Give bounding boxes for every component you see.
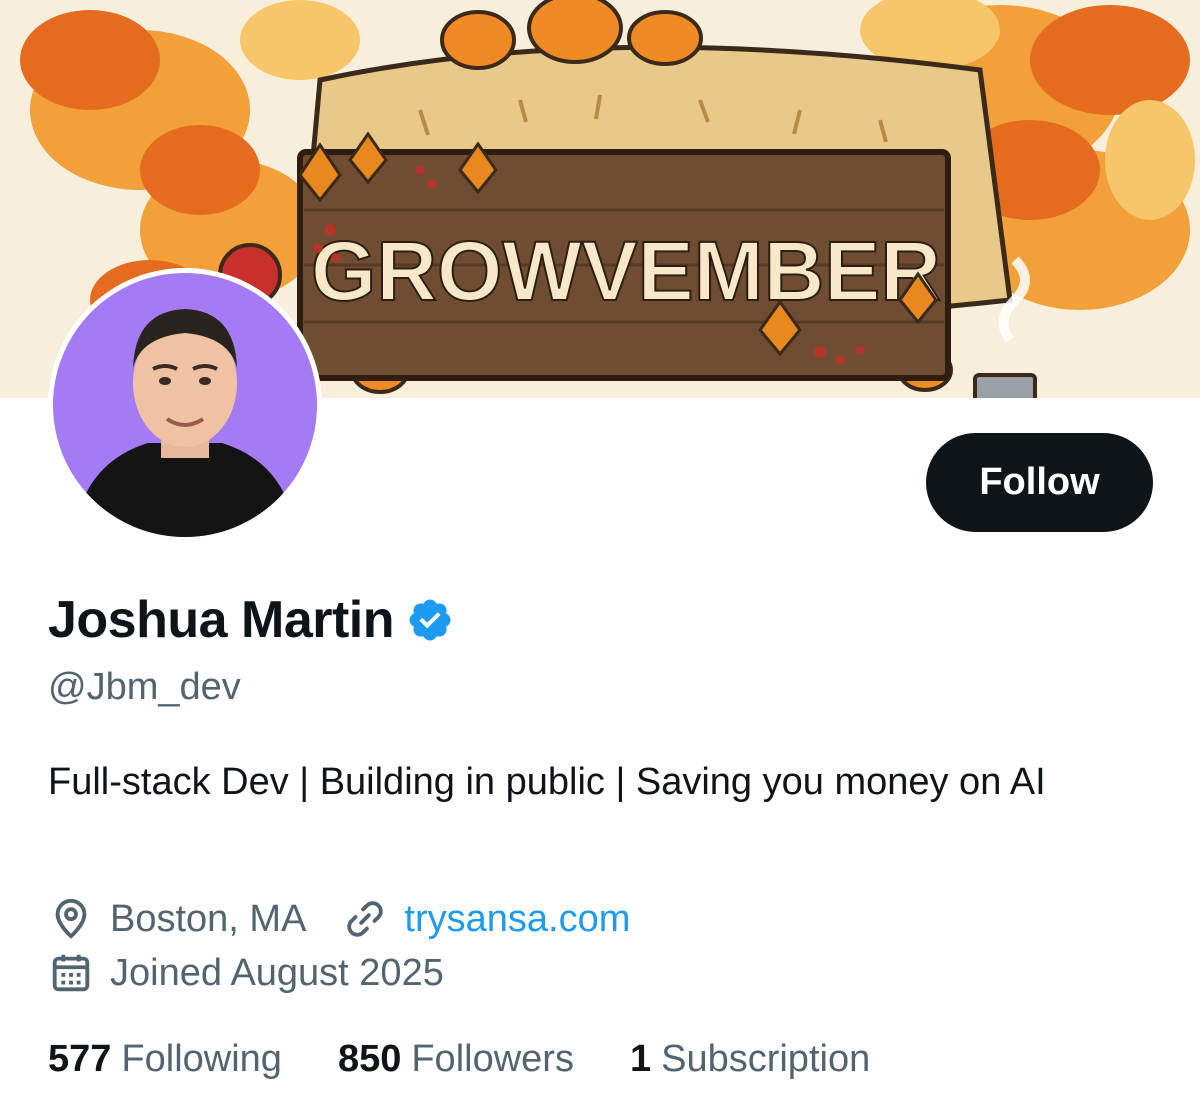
following-stat[interactable]: 577 Following	[48, 1038, 282, 1081]
display-name: Joshua Martin	[48, 591, 395, 649]
avatar-photo	[53, 273, 317, 537]
avatar[interactable]	[48, 268, 322, 542]
username-handle: @Jbm_dev	[48, 666, 241, 708]
verified-badge-icon[interactable]	[406, 596, 454, 644]
location-item: Boston, MA	[48, 896, 306, 942]
subscription-label: Subscription	[661, 1038, 871, 1080]
joined-item: Joined August 2025	[48, 950, 444, 996]
website-item: trysansa.com	[342, 896, 630, 942]
profile-bio: Full-stack Dev | Building in public | Sa…	[48, 761, 1046, 803]
followers-label: Followers	[411, 1038, 574, 1080]
joined-date: Joined August 2025	[110, 951, 444, 994]
profile-stats: 577 Following 850 Followers 1 Subscripti…	[48, 1038, 870, 1081]
followers-count: 850	[337, 1038, 402, 1080]
subscription-stat[interactable]: 1 Subscription	[630, 1038, 870, 1081]
following-label: Following	[121, 1038, 282, 1080]
location-text: Boston, MA	[110, 897, 307, 940]
follow-button[interactable]: Follow	[926, 433, 1153, 532]
subscription-count: 1	[629, 1038, 652, 1080]
following-count: 577	[48, 1038, 112, 1080]
followers-stat[interactable]: 850 Followers	[338, 1038, 574, 1081]
joined-row: Joined August 2025	[48, 950, 444, 996]
name-row: Joshua Martin	[48, 590, 454, 650]
profile-page: GROWVEMBER Follow Joshua Martin @Jbm_dev…	[0, 0, 1200, 1111]
location-pin-icon	[55, 898, 87, 939]
calendar-icon	[52, 954, 90, 992]
website-link[interactable]: trysansa.com	[404, 898, 630, 941]
link-icon	[347, 901, 384, 937]
banner-sign-text: GROWVEMBER	[311, 224, 941, 318]
profile-meta-row: Boston, MA trysansa.com	[48, 896, 630, 942]
